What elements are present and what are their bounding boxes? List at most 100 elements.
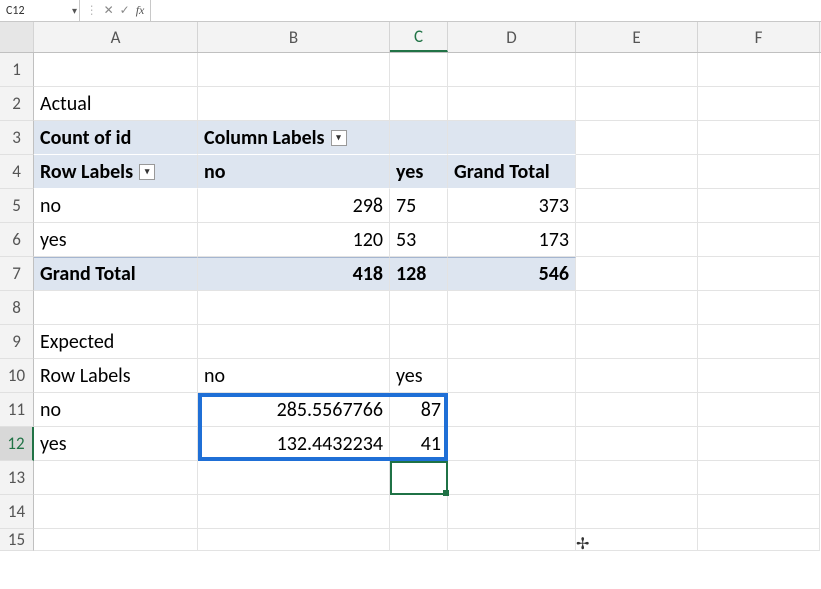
cell-B13[interactable] [198,461,390,495]
cell-A12[interactable]: yes [34,427,198,461]
col-header-C[interactable]: C [390,22,448,52]
cell-D7[interactable]: 546 [448,257,576,291]
cell-E15[interactable] [576,529,698,551]
row-header-1[interactable]: 1 [0,53,34,87]
cell-B8[interactable] [198,291,390,325]
cell-B14[interactable] [198,495,390,529]
row-header-9[interactable]: 9 [0,325,34,359]
cell-C13[interactable] [390,461,448,495]
cell-C10[interactable]: yes [390,359,448,393]
cell-F2[interactable] [698,87,820,121]
cell-D13[interactable] [448,461,576,495]
cell-D15[interactable] [448,529,576,551]
cell-A13[interactable] [34,461,198,495]
cell-E7[interactable] [576,257,698,291]
cell-B5[interactable]: 298 [198,189,390,223]
row-header-6[interactable]: 6 [0,223,34,257]
cancel-icon[interactable]: ✕ [104,3,114,18]
row-header-4[interactable]: 4 [0,155,34,189]
cell-E9[interactable] [576,325,698,359]
formula-input[interactable] [150,0,821,21]
cell-F10[interactable] [698,359,820,393]
cell-E5[interactable] [576,189,698,223]
cell-F3[interactable] [698,121,820,155]
dropdown-icon[interactable]: ▾ [139,164,155,180]
row-header-10[interactable]: 10 [0,359,34,393]
cell-F7[interactable] [698,257,820,291]
cell-A2[interactable]: Actual [34,87,198,121]
cell-A11[interactable]: no [34,393,198,427]
cell-E8[interactable] [576,291,698,325]
cell-C1[interactable] [390,53,448,87]
cell-F12[interactable] [698,427,820,461]
cell-A8[interactable] [34,291,198,325]
cell-E2[interactable] [576,87,698,121]
cell-A14[interactable] [34,495,198,529]
cell-E10[interactable] [576,359,698,393]
cell-B1[interactable] [198,53,390,87]
cell-F13[interactable] [698,461,820,495]
row-header-11[interactable]: 11 [0,393,34,427]
cell-E14[interactable] [576,495,698,529]
row-header-12[interactable]: 12 [0,427,34,461]
cell-A7[interactable]: Grand Total [34,257,198,291]
cell-F4[interactable] [698,155,820,189]
cell-E3[interactable] [576,121,698,155]
row-header-5[interactable]: 5 [0,189,34,223]
chevron-down-icon[interactable]: ▾ [72,4,77,17]
row-header-14[interactable]: 14 [0,495,34,529]
cell-B15[interactable] [198,529,390,551]
cell-B7[interactable]: 418 [198,257,390,291]
row-header-13[interactable]: 13 [0,461,34,495]
cell-F15[interactable] [698,529,820,551]
cell-F9[interactable] [698,325,820,359]
col-header-A[interactable]: A [34,22,198,52]
name-box[interactable]: C12 ▾ [0,0,80,21]
fx-icon[interactable]: fx [136,3,145,18]
cell-E6[interactable] [576,223,698,257]
cell-D14[interactable] [448,495,576,529]
cell-A1[interactable] [34,53,198,87]
cell-E12[interactable] [576,427,698,461]
cell-E13[interactable] [576,461,698,495]
col-header-D[interactable]: D [448,22,576,52]
cell-B4[interactable]: no [198,155,390,189]
cell-B6[interactable]: 120 [198,223,390,257]
cell-F11[interactable] [698,393,820,427]
cell-F8[interactable] [698,291,820,325]
cell-C14[interactable] [390,495,448,529]
cell-A4[interactable]: Row Labels ▾ [34,155,198,189]
cell-C7[interactable]: 128 [390,257,448,291]
cell-C4[interactable]: yes [390,155,448,189]
confirm-icon[interactable]: ✓ [120,3,130,18]
cell-B12[interactable]: 132.4432234 [198,427,390,461]
cell-D2[interactable] [448,87,576,121]
cell-F14[interactable] [698,495,820,529]
cell-B11[interactable]: 285.5567766 [198,393,390,427]
row-header-8[interactable]: 8 [0,291,34,325]
cell-D3[interactable] [448,121,576,155]
cell-C3[interactable] [390,121,448,155]
cell-E1[interactable] [576,53,698,87]
row-header-2[interactable]: 2 [0,87,34,121]
cell-D6[interactable]: 173 [448,223,576,257]
col-header-F[interactable]: F [698,22,820,52]
cell-D12[interactable] [448,427,576,461]
cell-A3[interactable]: Count of id [34,121,198,155]
dropdown-icon[interactable]: ▾ [331,130,347,146]
cell-B10[interactable]: no [198,359,390,393]
cell-C15[interactable] [390,529,448,551]
cell-C6[interactable]: 53 [390,223,448,257]
cell-B9[interactable] [198,325,390,359]
cell-A9[interactable]: Expected [34,325,198,359]
cell-D4[interactable]: Grand Total [448,155,576,189]
cell-E4[interactable] [576,155,698,189]
cell-C2[interactable] [390,87,448,121]
cell-D8[interactable] [448,291,576,325]
cell-D10[interactable] [448,359,576,393]
col-header-B[interactable]: B [198,22,390,52]
cell-B3[interactable]: Column Labels ▾ [198,121,390,155]
cell-D5[interactable]: 373 [448,189,576,223]
cell-E11[interactable] [576,393,698,427]
cell-F6[interactable] [698,223,820,257]
